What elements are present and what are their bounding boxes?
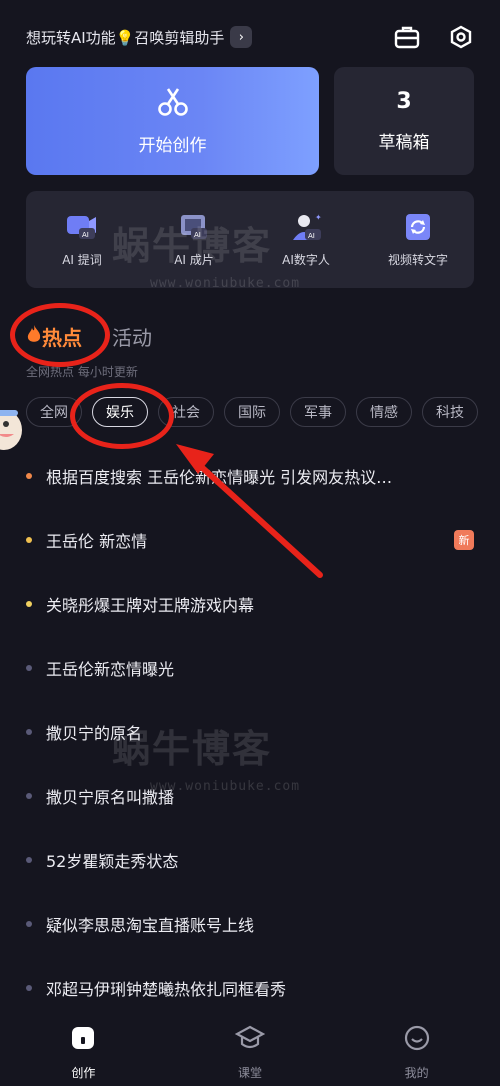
profile-icon (403, 1024, 431, 1056)
tab-label: 我的 (404, 1066, 429, 1080)
graduation-cap-icon (234, 1024, 266, 1056)
bottom-tab-bar: 创作 课堂 我的 (0, 1012, 500, 1086)
tab-label: 课堂 (237, 1066, 262, 1080)
annotation-arrow (176, 444, 323, 578)
tab-profile[interactable]: 我的 (357, 1012, 477, 1086)
tab-label: 创作 (71, 1066, 96, 1080)
home-icon (69, 1024, 97, 1056)
tab-create[interactable]: 创作 (23, 1012, 143, 1086)
tab-classroom[interactable]: 课堂 (190, 1012, 310, 1086)
